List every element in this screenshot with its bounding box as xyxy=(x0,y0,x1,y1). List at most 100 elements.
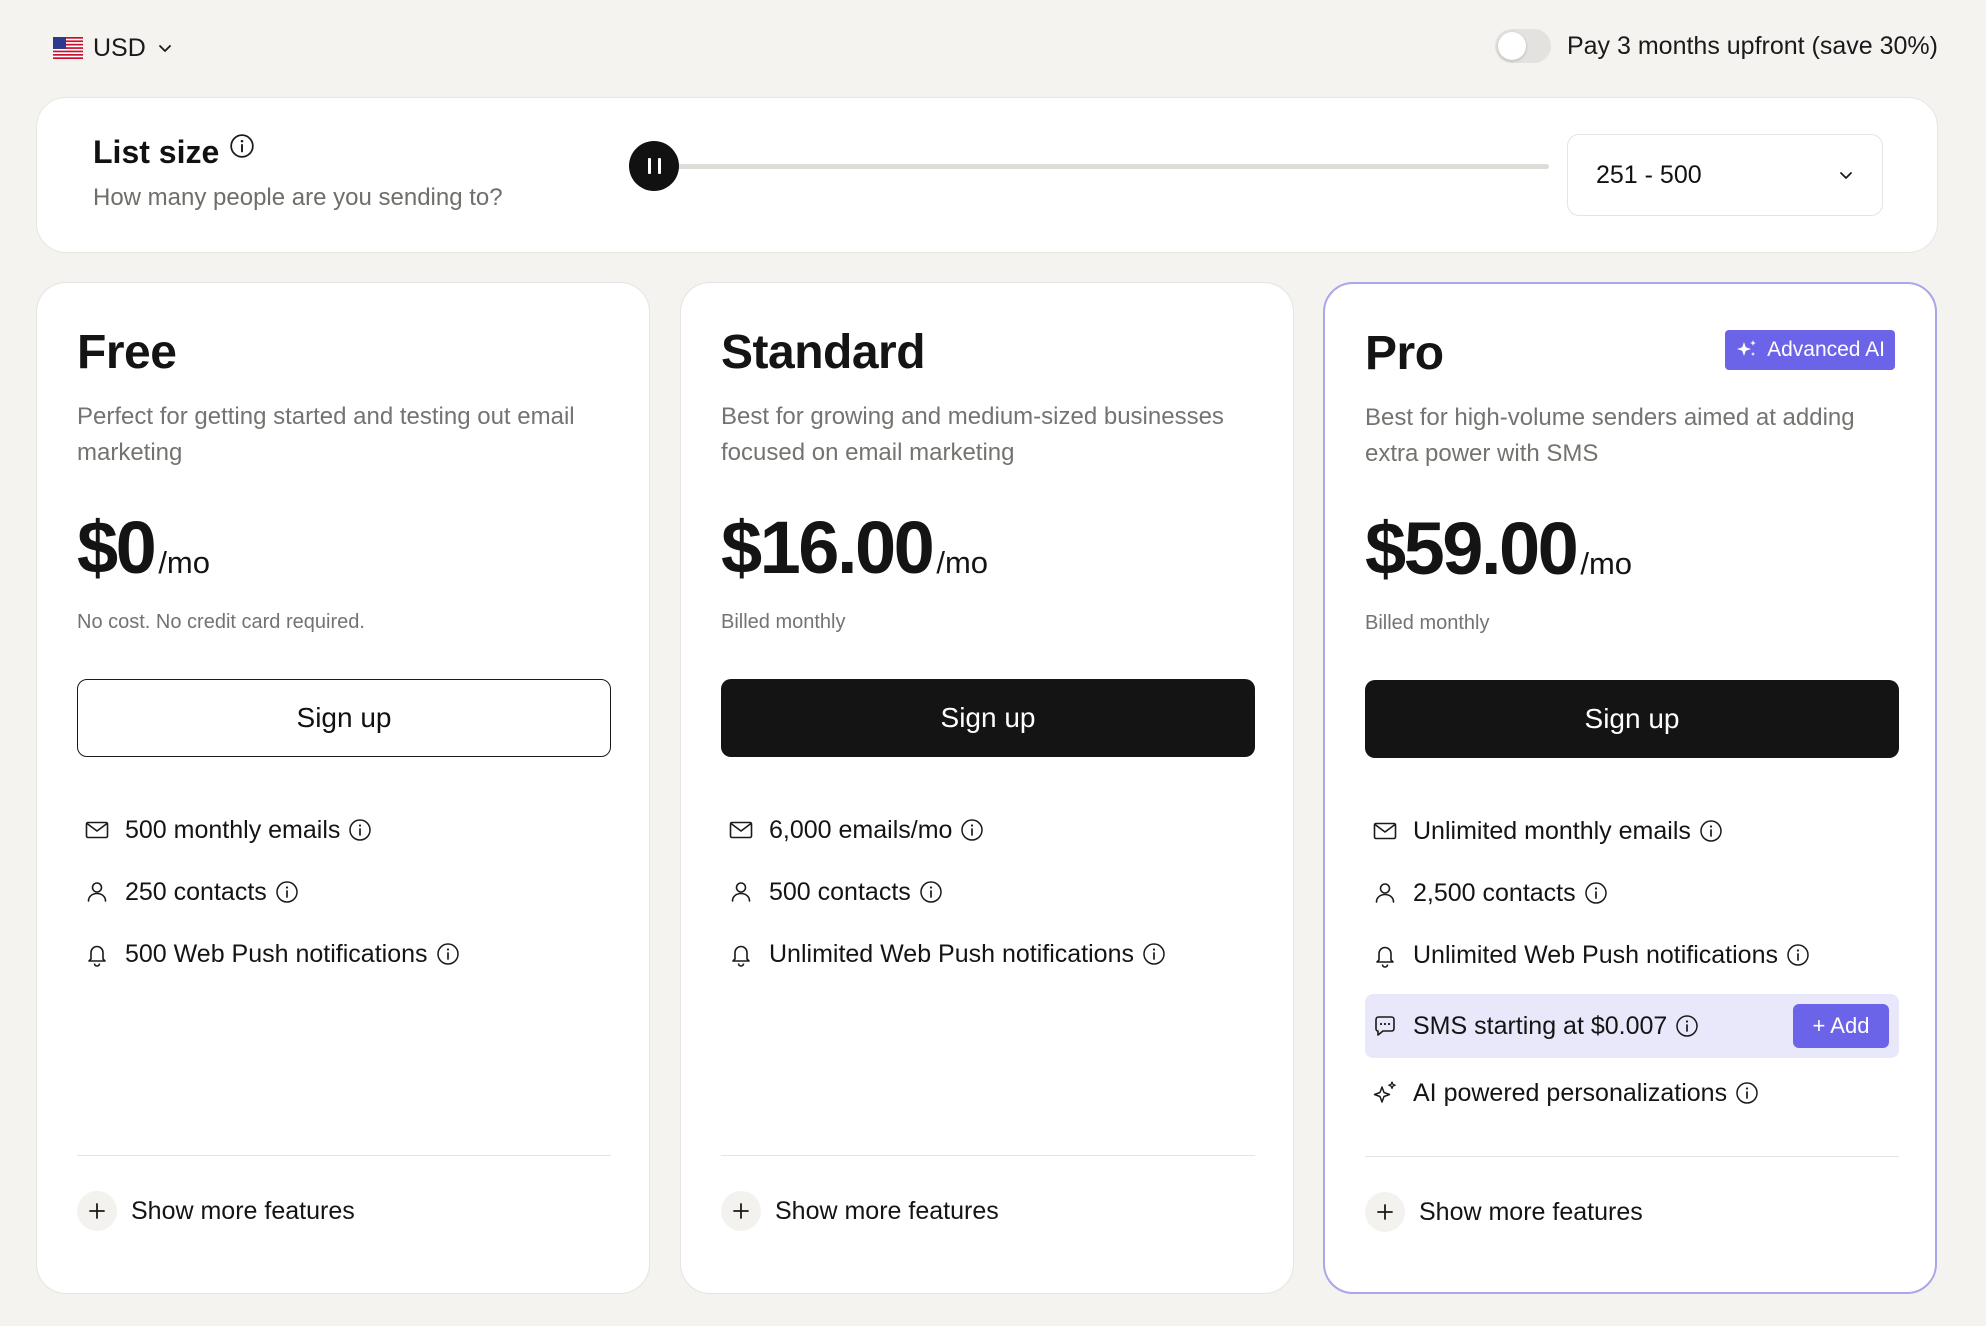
sparkle-icon xyxy=(1373,1081,1396,1103)
info-icon[interactable] xyxy=(919,880,943,904)
price-period: /mo xyxy=(936,545,989,580)
toggle-knob xyxy=(1497,32,1526,60)
show-more-features-button[interactable]: Show more features xyxy=(77,1191,355,1231)
user-icon xyxy=(731,882,751,902)
info-icon[interactable] xyxy=(1584,881,1608,905)
plan-description: Best for high-volume senders aimed at ad… xyxy=(1365,404,1855,467)
sign-up-button[interactable]: Sign up xyxy=(721,679,1255,757)
plan-price: $16.00 /mo xyxy=(721,505,988,590)
feature-item: Unlimited monthly emails xyxy=(1365,800,1899,862)
mail-icon xyxy=(85,821,109,839)
show-more-label: Show more features xyxy=(1419,1197,1643,1226)
list-size-title-row: List size xyxy=(93,133,255,171)
feature-item-sms: SMS starting at $0.007 + Add xyxy=(1365,994,1899,1058)
plus-icon xyxy=(1365,1192,1405,1232)
info-icon[interactable] xyxy=(1786,943,1810,967)
feature-item: 2,500 contacts xyxy=(1365,862,1899,924)
billing-note: Billed monthly xyxy=(1365,612,1490,634)
info-icon[interactable] xyxy=(436,942,460,966)
plan-description: Perfect for getting started and testing … xyxy=(77,403,575,466)
info-icon[interactable] xyxy=(960,818,984,842)
feature-text: AI powered personalizations xyxy=(1413,1078,1728,1107)
plus-icon xyxy=(77,1191,117,1231)
slider-handle[interactable] xyxy=(629,141,680,191)
info-icon[interactable] xyxy=(275,880,299,904)
feature-text: Unlimited Web Push notifications xyxy=(769,939,1134,968)
feature-list: Unlimited monthly emails 2,500 contacts … xyxy=(1365,800,1899,1124)
list-size-range-select[interactable]: 251 - 500 xyxy=(1567,134,1883,216)
feature-list: 500 monthly emails 250 contacts 500 Web … xyxy=(77,799,611,985)
feature-text: 500 Web Push notifications xyxy=(125,939,428,968)
info-icon[interactable] xyxy=(1142,942,1166,966)
feature-item: 500 monthly emails xyxy=(77,799,611,861)
price-amount: $59.00 xyxy=(1365,507,1579,590)
sparkle-icon xyxy=(1737,340,1757,356)
plan-card-free: Free Perfect for getting started and tes… xyxy=(36,282,650,1294)
upfront-toggle-label: Pay 3 months upfront (save 30%) xyxy=(1566,31,1938,60)
show-more-features-button[interactable]: Show more features xyxy=(1365,1192,1643,1232)
plan-name: Free xyxy=(77,326,177,379)
add-sms-button[interactable]: + Add xyxy=(1793,1004,1889,1048)
top-bar: USD Pay 3 months upfront (save 30%) xyxy=(0,0,1986,96)
plan-card-pro: Pro Advanced AI Best for high-volume sen… xyxy=(1323,282,1937,1294)
info-icon[interactable] xyxy=(229,133,255,159)
info-icon[interactable] xyxy=(1735,1081,1759,1105)
feature-text: 500 contacts xyxy=(769,877,911,906)
show-more-features-button[interactable]: Show more features xyxy=(721,1191,999,1231)
slider-track[interactable] xyxy=(631,164,1549,169)
range-select-value: 251 - 500 xyxy=(1596,160,1702,189)
plan-description: Best for growing and medium-sized busine… xyxy=(721,403,1224,466)
price-period: /mo xyxy=(158,545,210,580)
feature-item: AI powered personalizations xyxy=(1365,1062,1899,1124)
upfront-toggle[interactable] xyxy=(1494,29,1551,63)
feature-list: 6,000 emails/mo 500 contacts Unlimited W… xyxy=(721,799,1255,985)
billing-note: Billed monthly xyxy=(721,611,846,633)
user-icon xyxy=(1375,883,1395,903)
feature-text: 250 contacts xyxy=(125,877,267,906)
divider xyxy=(1365,1156,1899,1157)
badge-label: Advanced AI xyxy=(1767,338,1885,361)
plus-icon xyxy=(721,1191,761,1231)
info-icon[interactable] xyxy=(348,818,372,842)
feature-text: 500 monthly emails xyxy=(125,815,341,844)
billing-toggle-row: Pay 3 months upfront (save 30%) xyxy=(1494,26,1938,66)
info-icon[interactable] xyxy=(1699,819,1723,843)
feature-text: 6,000 emails/mo xyxy=(769,815,953,844)
feature-item: Unlimited Web Push notifications xyxy=(1365,924,1899,986)
info-icon[interactable] xyxy=(1675,1014,1699,1038)
list-size-subtitle: How many people are you sending to? xyxy=(93,184,503,211)
list-size-slider[interactable] xyxy=(593,138,1549,194)
price-period: /mo xyxy=(1580,546,1633,581)
divider xyxy=(77,1155,611,1156)
feature-text: Unlimited monthly emails xyxy=(1413,816,1691,845)
currency-label: USD xyxy=(93,33,146,62)
price-amount: $0 xyxy=(77,506,157,589)
currency-selector[interactable]: USD xyxy=(53,30,174,66)
sign-up-button[interactable]: Sign up xyxy=(1365,680,1899,758)
bell-icon xyxy=(88,945,106,967)
us-flag-icon xyxy=(53,37,83,59)
feature-text: 2,500 contacts xyxy=(1413,878,1576,907)
plan-name: Standard xyxy=(721,326,926,379)
feature-item: 250 contacts xyxy=(77,861,611,923)
bell-icon xyxy=(732,945,750,967)
mail-icon xyxy=(729,821,753,839)
feature-item: 500 Web Push notifications xyxy=(77,923,611,985)
price-amount: $16.00 xyxy=(721,506,935,589)
plan-price: $59.00 /mo xyxy=(1365,506,1632,591)
sign-up-button[interactable]: Sign up xyxy=(77,679,611,757)
chevron-down-icon xyxy=(158,45,171,52)
mail-icon xyxy=(1373,822,1397,840)
show-more-label: Show more features xyxy=(131,1196,355,1225)
feature-text: SMS starting at $0.007 xyxy=(1413,1011,1668,1040)
advanced-ai-badge: Advanced AI xyxy=(1725,330,1895,370)
bell-icon xyxy=(1376,946,1394,968)
feature-text: Unlimited Web Push notifications xyxy=(1413,940,1778,969)
list-size-title: List size xyxy=(93,134,220,170)
user-icon xyxy=(87,882,107,902)
plan-name: Pro xyxy=(1365,327,1444,380)
chevron-down-icon xyxy=(1840,172,1852,179)
feature-item: 500 contacts xyxy=(721,861,1255,923)
show-more-label: Show more features xyxy=(775,1196,999,1225)
divider xyxy=(721,1155,1255,1156)
